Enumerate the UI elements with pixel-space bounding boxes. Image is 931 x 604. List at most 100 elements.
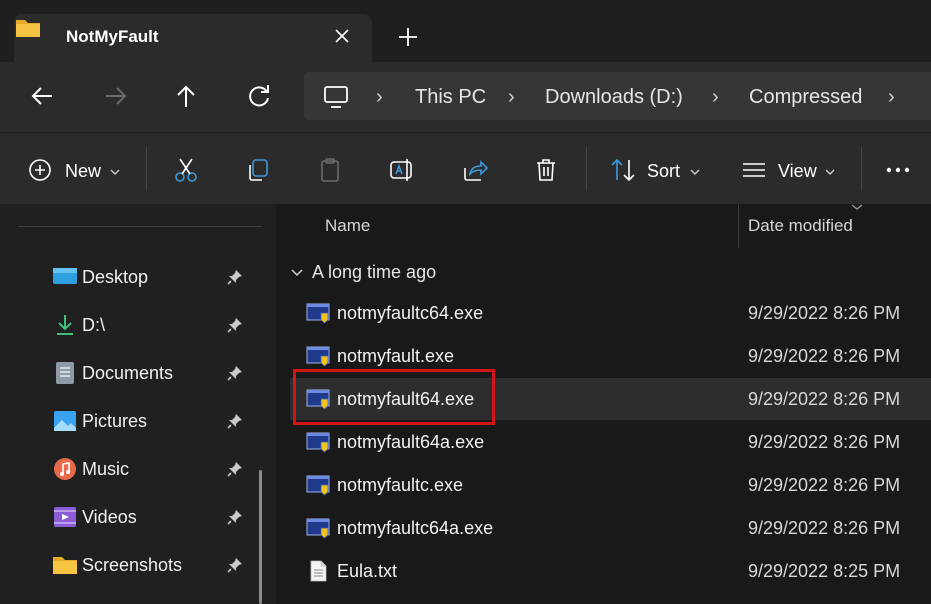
new-tab-icon[interactable] [394,23,422,51]
sidebar-scrollbar[interactable] [259,470,262,604]
executable-icon [306,346,330,367]
desktop-icon [53,268,77,284]
folder-icon [53,557,77,574]
highlight-box [293,369,495,425]
sidebar-item-label: Music [82,459,130,479]
sidebar-item-documents[interactable]: Documents [0,351,276,395]
file-name: notmyfault.exe [337,346,455,366]
view-icon[interactable] [740,156,768,184]
music-icon [54,458,76,480]
text-file-icon [310,560,327,582]
file-row[interactable]: notmyfaultc64a.exe 9/29/2022 8:26 PM [290,507,931,549]
chevron-right-icon[interactable]: › [712,86,719,109]
navigation-pane: Desktop D:\ Documents Pictures Music Vid… [0,204,276,604]
sidebar-item-label: Videos [82,507,137,527]
tab-title: NotMyFault [66,27,159,46]
chevron-right-icon[interactable]: › [376,86,383,109]
file-name: notmyfaultc.exe [337,475,464,495]
executable-icon [306,432,330,453]
sidebar-item-desktop[interactable]: Desktop [0,255,276,299]
copy-icon[interactable] [244,156,272,184]
toolbar-divider [861,147,862,191]
file-date-modified: 9/29/2022 8:25 PM [748,561,901,581]
file-row[interactable]: Eula.txt 9/29/2022 8:25 PM [290,550,931,592]
file-name: notmyfault64a.exe [337,432,485,452]
pin-icon[interactable] [226,268,244,286]
sidebar-item-screenshots[interactable]: Screenshots [0,543,276,587]
sidebar-item-label: Desktop [82,267,149,287]
chevron-right-icon[interactable]: › [508,86,515,109]
forward-icon[interactable] [100,80,132,112]
chevron-right-icon[interactable]: › [888,86,895,109]
pin-icon[interactable] [226,364,244,382]
file-name: notmyfaultc64.exe [337,303,484,323]
download-icon [57,315,73,335]
computer-icon [324,86,348,108]
pin-icon[interactable] [226,460,244,478]
chevron-down-icon[interactable] [824,166,836,178]
file-name: Eula.txt [337,561,398,581]
pin-icon[interactable] [226,508,244,526]
column-header-name[interactable]: Name [325,216,370,236]
toolbar-divider [586,147,587,191]
executable-icon [306,475,330,496]
column-header-date-modified[interactable]: Date modified [748,216,853,236]
executable-icon [306,518,330,539]
sidebar-item-label: Pictures [82,411,148,431]
pin-icon[interactable] [226,412,244,430]
pictures-icon [54,411,76,431]
sidebar-divider [18,226,262,227]
file-date-modified: 9/29/2022 8:26 PM [748,518,901,538]
file-row[interactable]: notmyfaultc.exe 9/29/2022 8:26 PM [290,464,931,506]
file-row[interactable]: notmyfault64a.exe 9/29/2022 8:26 PM [290,421,931,463]
chevron-down-icon[interactable] [689,166,701,178]
breadcrumb-compressed[interactable]: Compressed [749,86,862,109]
delete-icon[interactable] [532,156,560,184]
refresh-icon[interactable] [243,80,275,112]
chevron-down-icon [851,204,863,210]
file-name: notmyfaultc64a.exe [337,518,494,538]
sidebar-item-pictures[interactable]: Pictures [0,399,276,443]
view-button[interactable]: View [778,161,817,182]
breadcrumb-this-pc[interactable]: This PC [415,86,486,109]
cut-icon[interactable] [172,156,200,184]
sort-icon[interactable] [609,156,637,184]
chevron-down-icon[interactable] [109,166,121,178]
more-options-icon[interactable] [884,156,912,184]
share-icon[interactable] [461,156,489,184]
file-row[interactable]: notmyfaultc64.exe 9/29/2022 8:26 PM [290,292,931,334]
folder-icon [16,20,40,37]
sort-button[interactable]: Sort [647,161,680,182]
pin-icon[interactable] [226,556,244,574]
sidebar-item-videos[interactable]: Videos [0,495,276,539]
command-bar: New Sort View [0,132,931,205]
paste-icon[interactable] [316,156,344,184]
videos-icon [54,507,76,527]
file-date-modified: 9/29/2022 8:26 PM [748,432,901,452]
sidebar-item-label: Documents [82,363,174,383]
up-icon[interactable] [170,80,202,112]
sidebar-item-d-drive[interactable]: D:\ [0,303,276,347]
address-bar[interactable]: › This PC › Downloads (D:) › Compressed … [304,72,931,120]
close-icon[interactable] [329,23,355,49]
group-header[interactable]: A long time ago [312,262,436,283]
executable-icon [306,303,330,324]
new-button[interactable]: New [65,161,101,182]
toolbar-divider [146,147,147,191]
sidebar-item-music[interactable]: Music [0,447,276,491]
breadcrumb-downloads[interactable]: Downloads (D:) [545,86,683,109]
new-icon[interactable] [26,156,54,184]
sidebar-item-label: Screenshots [82,555,183,575]
back-icon[interactable] [26,80,58,112]
chevron-down-icon[interactable] [290,267,304,279]
file-date-modified: 9/29/2022 8:26 PM [748,389,901,409]
navigation-bar: › This PC › Downloads (D:) › Compressed … [0,62,931,132]
file-date-modified: 9/29/2022 8:26 PM [748,303,901,323]
column-divider[interactable] [738,204,739,248]
documents-icon [56,362,74,384]
pin-icon[interactable] [226,316,244,334]
rename-icon[interactable] [388,156,416,184]
sidebar-item-label: D:\ [82,315,106,335]
file-date-modified: 9/29/2022 8:26 PM [748,346,901,366]
title-bar: NotMyFault [0,0,931,62]
